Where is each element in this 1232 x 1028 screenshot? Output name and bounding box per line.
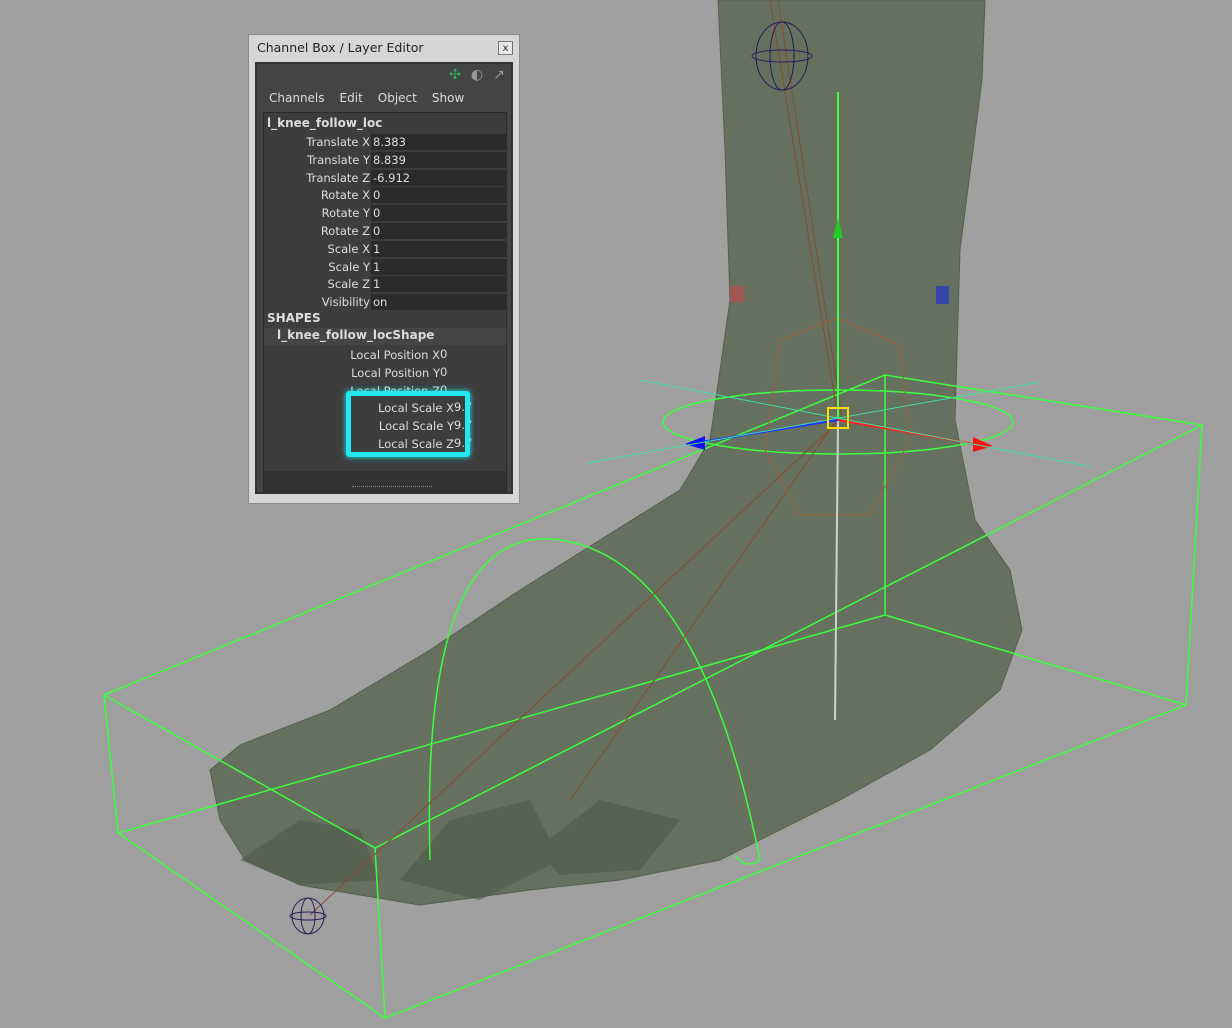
display-toggle-icon[interactable]: ◐ [469,67,485,83]
menu-bar: Channels Edit Object Show [269,91,464,105]
channel-row[interactable]: Rotate Y0 [264,205,506,222]
channel-row[interactable]: Translate Y 8.839 [264,151,506,169]
channel-label: Scale X [327,241,370,256]
toolbar: ✣ ◐ ↗ [447,67,507,85]
shape-channel-value[interactable]: 0 [438,346,488,362]
shape-channel-value[interactable]: 0 [438,364,488,380]
arrow-icon[interactable]: ↗ [491,67,507,83]
channel-row[interactable]: Rotate X0 [264,187,506,204]
shape-channel-label: Local Position X [350,348,440,362]
window-title: Channel Box / Layer Editor [257,40,424,55]
3d-viewport[interactable] [0,0,1232,1028]
title-bar[interactable]: Channel Box / Layer Editor x [249,35,519,61]
channel-label: Rotate Z [320,224,370,238]
channel-row[interactable]: Translate Z -6.912 [264,169,506,187]
shape-channel-label: Local Position Y [351,365,440,380]
channel-label: Rotate Y [321,206,370,221]
channel-value[interactable]: 8.383 [371,134,506,150]
channel-label: Translate X [306,135,370,149]
channel-row[interactable]: Translate X 8.383 [264,134,506,151]
menu-show[interactable]: Show [432,91,464,105]
resize-grip[interactable] [352,486,432,490]
menu-object[interactable]: Object [378,91,417,105]
shape-channel-row[interactable]: Local Position Y0 [264,365,506,382]
shapes-header-label: SHAPES [267,311,321,325]
channel-label: Translate Z [306,170,370,185]
channel-label: Scale Z [327,277,370,292]
channel-label: Translate Y [307,152,370,167]
channel-value[interactable]: 1 [371,240,506,257]
channel-row[interactable]: Scale Z1 [264,276,506,293]
object-name-label: l_knee_follow_loc [267,116,383,130]
menu-edit[interactable]: Edit [340,91,363,105]
channel-label: Scale Y [328,259,370,274]
object-name[interactable]: l_knee_follow_loc [264,116,506,133]
shapes-header: SHAPES [264,311,506,328]
local-scale-highlight [346,391,470,457]
menu-channels[interactable]: Channels [269,91,325,105]
channel-row[interactable]: Rotate Z0 [264,223,506,240]
shape-name[interactable]: l_knee_follow_locShape [264,328,506,345]
channel-value[interactable]: -6.912 [371,169,506,186]
channel-value[interactable]: on [371,294,506,311]
channel-value[interactable]: 0 [371,187,506,204]
channel-row[interactable]: Scale X1 [264,240,506,258]
axis-icon[interactable]: ✣ [447,67,463,83]
channel-value[interactable]: 8.839 [371,151,506,168]
channel-label: Visibility [321,295,370,310]
close-button[interactable]: x [498,41,513,55]
channel-row[interactable]: Visibility on [264,294,506,311]
shape-channel-row[interactable]: Local Position X0 [264,347,506,364]
channel-value[interactable]: 0 [371,223,506,239]
channel-value[interactable]: 1 [371,258,506,275]
shape-name-label: l_knee_follow_locShape [277,328,435,342]
channel-row[interactable]: Scale Y1 [264,258,506,276]
channel-value[interactable]: 1 [371,276,506,293]
channel-value[interactable]: 0 [371,205,506,222]
channel-label: Rotate X [320,188,370,203]
